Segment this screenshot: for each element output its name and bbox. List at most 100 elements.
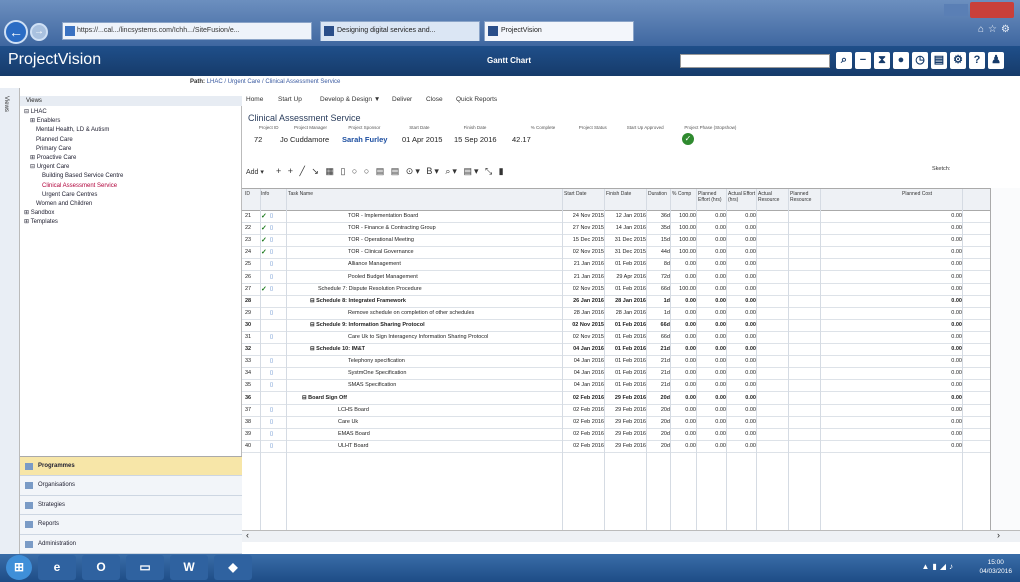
- nav-item-programmes[interactable]: Programmes: [20, 457, 242, 477]
- tree-item[interactable]: ⊟ LHAC: [24, 108, 238, 117]
- menu-develop[interactable]: Develop & Design ▼: [320, 96, 380, 103]
- outlook-icon[interactable]: O: [82, 555, 120, 580]
- table-row[interactable]: 33 ▯ Telephony specification 04 Jan 2016 01 …: [242, 356, 990, 369]
- tree-item[interactable]: Mental Health, LD & Autism: [24, 126, 238, 135]
- table-row[interactable]: 35 ▯ SMAS Specification 04 Jan 2016 01 Feb 2…: [242, 380, 990, 393]
- info-icon[interactable]: ▯: [270, 211, 280, 222]
- horizontal-scrollbar[interactable]: ‹ ›: [242, 530, 1020, 542]
- table-row[interactable]: 28 ⊟ Schedule 8: Integrated Framework 26 J…: [242, 296, 990, 308]
- column-header[interactable]: Planned Cost: [902, 191, 962, 198]
- table-row[interactable]: 30 ⊟ Schedule 9: Information Sharing Prot…: [242, 320, 990, 332]
- info-icon[interactable]: ▯: [270, 272, 280, 283]
- tree-item[interactable]: ⊞ Enablers: [24, 117, 238, 126]
- table-row[interactable]: 34 ▯ SystmOne Specification 04 Jan 2016 01 F…: [242, 368, 990, 381]
- column-header[interactable]: Task Name: [288, 191, 488, 198]
- add-button[interactable]: Add ▾: [246, 168, 264, 176]
- tree-item[interactable]: Clinical Assessment Service: [24, 182, 238, 191]
- scroll-right-icon[interactable]: ›: [997, 530, 1000, 540]
- scroll-left-icon[interactable]: ‹: [246, 530, 249, 540]
- table-row[interactable]: 27 ✓ ▯ Schedule 7: Dispute Resolution Proce…: [242, 284, 990, 296]
- column-header[interactable]: Actual Effort (hrs): [728, 191, 756, 203]
- search-input[interactable]: [680, 54, 830, 68]
- info-icon[interactable]: ▯: [270, 356, 280, 367]
- info-icon[interactable]: ▯: [270, 235, 280, 246]
- ie-icon[interactable]: e: [38, 555, 76, 580]
- table-row[interactable]: 23 ✓ ▯ TOR - Operational Meeting 15 Dec 2015…: [242, 235, 990, 248]
- clock-icon[interactable]: ◷: [912, 52, 928, 69]
- tree-item[interactable]: Primary Care: [24, 145, 238, 154]
- menu-start-up[interactable]: Start Up: [278, 96, 302, 103]
- info-icon[interactable]: ▯: [270, 223, 280, 234]
- tree-item[interactable]: Women and Children: [24, 200, 238, 209]
- table-row[interactable]: 32 ⊟ Schedule 10: IM&T 04 Jan 2016 01 Feb 2…: [242, 344, 990, 357]
- start-icon[interactable]: ⊞: [6, 555, 32, 580]
- dot-icon[interactable]: ●: [893, 52, 909, 69]
- forward-icon[interactable]: →: [30, 23, 48, 41]
- table-row[interactable]: 29 ▯ Remove schedule on completion of othe…: [242, 308, 990, 320]
- column-header[interactable]: Finish Date: [606, 191, 634, 198]
- info-icon[interactable]: ▯: [270, 368, 280, 379]
- folder-icon[interactable]: ▭: [126, 555, 164, 580]
- minimize-button[interactable]: [944, 4, 968, 16]
- nav-item-strategies[interactable]: Strategies: [20, 496, 242, 516]
- nav-item-organisations[interactable]: Organisations: [20, 476, 242, 496]
- column-header[interactable]: Planned Effort (hrs): [698, 191, 726, 203]
- browser-tab-projectvision[interactable]: ProjectVision: [484, 21, 634, 41]
- minus-icon[interactable]: −: [855, 52, 871, 69]
- app-icon[interactable]: ◆: [214, 555, 252, 580]
- table-row[interactable]: 22 ✓ ▯ TOR - Finance & Contracting Group 27 …: [242, 223, 990, 236]
- project-sponsor[interactable]: Sarah Furley: [342, 135, 387, 144]
- menu-home[interactable]: Home: [246, 96, 263, 103]
- table-row[interactable]: 26 ▯ Pooled Budget Management 21 Jan 2016 29…: [242, 272, 990, 284]
- hourglass-icon[interactable]: ⧗: [874, 52, 890, 69]
- close-window-button[interactable]: [970, 2, 1014, 18]
- help-icon[interactable]: ?: [969, 52, 985, 69]
- path-link[interactable]: LHAC / Urgent Care / Clinical Assessment…: [207, 79, 341, 85]
- info-icon[interactable]: ▯: [270, 441, 280, 452]
- table-row[interactable]: 21 ✓ ▯ TOR - Implementation Board 24 Nov 201…: [242, 211, 990, 224]
- toolbar-icons[interactable]: + + ╱ ↘ ▦ ▯ ○ ○ ▤ ▤ ⊙▾ B▾ ⌕▾ ▤▾ ⤡ ▮: [276, 166, 506, 177]
- column-header[interactable]: Info: [261, 191, 289, 198]
- document-icon[interactable]: ▤: [931, 52, 947, 69]
- table-row[interactable]: 36 ⊟ Board Sign Off 02 Feb 2016 29 Feb 2016…: [242, 393, 990, 405]
- info-icon[interactable]: ▯: [270, 417, 280, 428]
- back-icon[interactable]: ←: [4, 20, 28, 44]
- info-icon[interactable]: ▯: [270, 380, 280, 391]
- info-icon[interactable]: ▯: [270, 247, 280, 258]
- info-icon[interactable]: ▯: [270, 405, 280, 416]
- browser-tab-designing[interactable]: Designing digital services and...: [320, 21, 480, 41]
- tree-item[interactable]: ⊟ Urgent Care: [24, 163, 238, 172]
- table-row[interactable]: 31 ▯ Care Uk to Sign Interagency Informati…: [242, 332, 990, 345]
- tree-item[interactable]: ⊞ Proactive Care: [24, 154, 238, 163]
- menu-close[interactable]: Close: [426, 96, 443, 103]
- column-header[interactable]: Planned Resource: [790, 191, 818, 203]
- table-row[interactable]: 39 ▯ EMAS Board 02 Feb 2016 29 Feb 2016 20d 0.…: [242, 429, 990, 441]
- tree-item[interactable]: Building Based Service Centre: [24, 172, 238, 181]
- tree-item[interactable]: ⊞ Sandbox: [24, 209, 238, 218]
- menu-deliver[interactable]: Deliver: [392, 96, 412, 103]
- table-row[interactable]: 25 ▯ Alliance Management 21 Jan 2016 01 Feb …: [242, 259, 990, 272]
- menu-quick-reports[interactable]: Quick Reports: [456, 96, 497, 103]
- info-icon[interactable]: ▯: [270, 332, 280, 343]
- gear-icon[interactable]: ⚙: [950, 52, 966, 69]
- tree-item[interactable]: ⊞ Templates: [24, 218, 238, 227]
- browser-toolbar-icons[interactable]: ⌂☆⚙: [978, 24, 1014, 35]
- address-bar[interactable]: https://...cal.../lincsystems.com/Ichh..…: [62, 22, 312, 40]
- table-row[interactable]: 37 ▯ LCHS Board 02 Feb 2016 29 Feb 2016 20d 0.…: [242, 405, 990, 417]
- column-header[interactable]: Actual Resource: [758, 191, 786, 203]
- column-header[interactable]: Start Date: [564, 191, 592, 198]
- table-row[interactable]: 40 ▯ ULHT Board 02 Feb 2016 29 Feb 2016 20d 0.…: [242, 441, 990, 453]
- info-icon[interactable]: ▯: [270, 429, 280, 440]
- table-row[interactable]: 38 ▯ Care Uk 02 Feb 2016 29 Feb 2016 20d 0.00 0…: [242, 417, 990, 429]
- user-icon[interactable]: ♟: [988, 52, 1004, 69]
- tree-item[interactable]: Planned Care: [24, 136, 238, 145]
- info-icon[interactable]: ▯: [270, 308, 280, 319]
- word-icon[interactable]: W: [170, 555, 208, 580]
- nav-item-reports[interactable]: Reports: [20, 515, 242, 535]
- nav-item-administration[interactable]: Administration: [20, 535, 242, 554]
- project-manager[interactable]: Jo Cuddamore: [280, 135, 329, 144]
- gantt-chart-area[interactable]: [990, 188, 1020, 541]
- tree-item[interactable]: Urgent Care Centres: [24, 191, 238, 200]
- info-icon[interactable]: ▯: [270, 259, 280, 270]
- table-row[interactable]: 24 ✓ ▯ TOR - Clinical Governance 02 Nov 2015…: [242, 247, 990, 260]
